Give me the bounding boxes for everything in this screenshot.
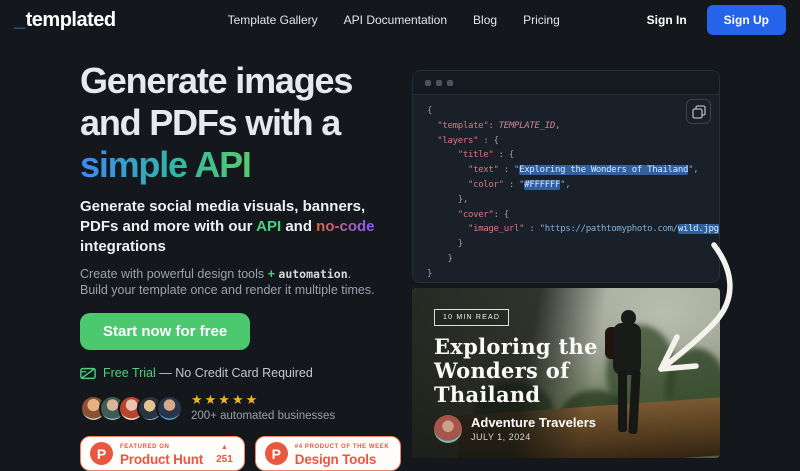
title-line-2: and PDFs with a [80,102,340,143]
ph-badge2-top-text: #4 PRODUCT OF THE WEEK [295,442,390,453]
nav-item-blog[interactable]: Blog [473,13,497,27]
hero-subheading: Generate social media visuals, banners, … [80,197,400,257]
code-editor-panel: { "template": TEMPLATE_ID, "layers" : { … [412,70,720,283]
plus-highlight: + [268,267,275,281]
upvote-triangle-icon: ▲ [221,443,228,453]
product-hunt-week-badge[interactable]: P #4 PRODUCT OF THE WEEK Design Tools [255,436,402,471]
upvote-count-block: ▲ 251 [216,443,233,465]
subhead-post: integrations [80,238,166,255]
brand-logo[interactable]: _templated [14,9,116,32]
nav-item-api-documentation[interactable]: API Documentation [344,13,447,27]
sign-in-link[interactable]: Sign In [647,13,687,27]
card-title: Exploring the Wonders of Thailand [434,335,720,407]
title-line-1: Generate images [80,60,352,101]
sign-up-button[interactable]: Sign Up [707,5,786,35]
window-dot-icon [436,80,442,86]
publish-date: JULY 1, 2024 [471,432,596,442]
rendered-template-preview: 10 MIN READ Exploring the Wonders of Tha… [412,288,720,458]
title-gradient-text: simple API [80,144,251,185]
product-hunt-featured-badge[interactable]: P FEATURED ON Product Hunt ▲ 251 [80,436,245,471]
navbar: _templated Template Gallery API Document… [0,0,800,40]
window-dot-icon [447,80,453,86]
star-rating: ★★★★★ [191,393,335,407]
author-row: Adventure Travelers JULY 1, 2024 [434,415,720,443]
no-credit-card-icon [80,367,96,380]
free-trial-label: Free Trial [103,366,156,380]
read-time-badge: 10 MIN READ [434,309,509,326]
body-line1-text: Create with powerful design tools [80,267,268,281]
code-body: { "template": TEMPLATE_ID, "layers" : { … [413,95,719,282]
copy-icon [692,105,706,119]
author-name: Adventure Travelers [471,416,596,430]
hero-body-copy: Create with powerful design tools + auto… [80,266,415,298]
social-proof-row: ★★★★★ 200+ automated businesses [80,393,415,423]
card-content: 10 MIN READ Exploring the Wonders of Tha… [412,288,720,458]
body-line2-text: Build your template once and render it m… [80,283,375,297]
customer-avatars [80,395,175,422]
nav-item-template-gallery[interactable]: Template Gallery [228,13,318,27]
product-hunt-logo-icon: P [265,442,288,465]
card-title-line1: Exploring the [434,334,598,359]
avatar [156,395,183,422]
hero-section: Generate images and PDFs with a simple A… [80,60,415,471]
ph-badge1-title: Product Hunt [120,454,203,465]
code-editor-header [413,71,719,95]
card-title-line2: Wonders of [434,358,569,383]
subhead-nocode-highlight: no-code [316,218,374,235]
nav-item-pricing[interactable]: Pricing [523,13,560,27]
rating-block: ★★★★★ 200+ automated businesses [191,393,335,423]
code-lines: { "template": TEMPLATE_ID, "layers" : { … [427,104,719,282]
body-period: . [348,267,351,281]
author-avatar [434,415,462,443]
copy-code-button[interactable] [686,99,711,124]
subhead-api-highlight: API [256,218,281,235]
brand-underscore: _ [14,9,25,32]
start-free-button[interactable]: Start now for free [80,313,250,350]
product-hunt-logo-icon: P [90,442,113,465]
ph-badge2-title: Design Tools [295,454,390,465]
product-hunt-badges: P FEATURED ON Product Hunt ▲ 251 P #4 PR… [80,436,415,471]
main-nav: Template Gallery API Documentation Blog … [228,13,560,27]
upvote-count: 251 [216,455,233,465]
nav-right: Sign In Sign Up [647,5,786,35]
ph-badge1-top-text: FEATURED ON [120,442,203,453]
brand-name: templated [26,9,116,32]
social-proof-text: 200+ automated businesses [191,409,335,423]
page-title: Generate images and PDFs with a simple A… [80,60,415,186]
card-title-line3: Thailand [434,382,540,407]
window-dot-icon [425,80,431,86]
free-trial-row: Free Trial — No Credit Card Required [80,366,415,380]
no-credit-card-text: — No Credit Card Required [159,366,313,380]
automation-code-text: automation [278,267,347,281]
subhead-and: and [281,218,316,235]
